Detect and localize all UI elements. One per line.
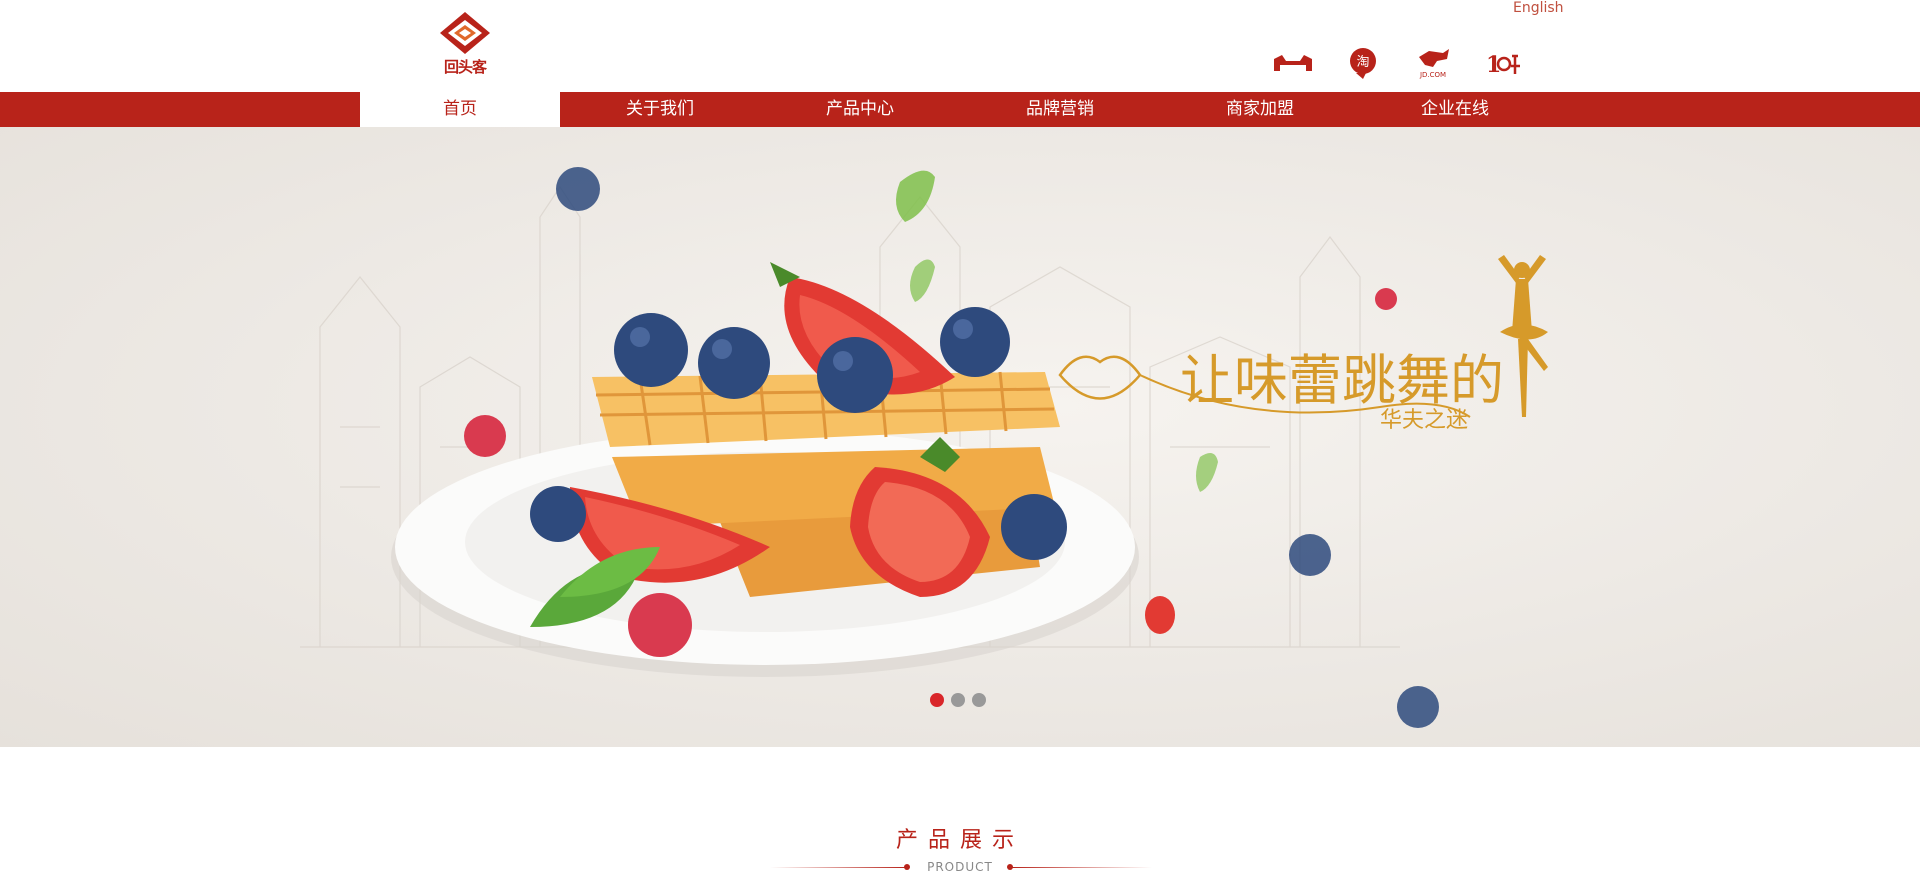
logo[interactable]: 回头客 — [436, 10, 494, 80]
tmall-icon[interactable] — [1272, 46, 1314, 80]
slogan-main: 让味蕾跳舞的 — [1180, 349, 1504, 412]
yhd-icon[interactable]: 1 — [1482, 46, 1524, 80]
slide-dot-2[interactable] — [951, 693, 965, 707]
slide-dot-3[interactable] — [972, 693, 986, 707]
slogan: 让味蕾跳舞的 华夫之迷 — [1058, 255, 1548, 433]
taobao-icon[interactable]: 淘 — [1342, 46, 1384, 80]
shop-icons: 淘 JD.COM 1 — [1272, 46, 1524, 80]
jd-label: JD.COM — [1419, 71, 1446, 79]
subtitle-line-right — [1012, 867, 1152, 868]
nav-item-online[interactable]: 企业在线 — [1360, 92, 1550, 127]
main-nav: 首页 关于我们 产品中心 品牌营销 商家加盟 企业在线 — [0, 92, 1920, 127]
nav-item-products[interactable]: 产品中心 — [760, 92, 960, 127]
ballerina-icon — [1498, 255, 1548, 417]
section-title: 产品展示 — [895, 828, 1024, 853]
section-subtitle: PRODUCT — [927, 860, 993, 874]
nav-item-brand[interactable]: 品牌营销 — [960, 92, 1160, 127]
slide-dot-1[interactable] — [930, 693, 944, 707]
logo-text: 回头客 — [443, 58, 487, 76]
logo-icon — [440, 12, 490, 54]
svg-text:淘: 淘 — [1356, 55, 1369, 70]
hero-banner[interactable]: 让味蕾跳舞的 华夫之迷 — [0, 127, 1920, 747]
nav-item-about[interactable]: 关于我们 — [560, 92, 760, 127]
slide-indicators — [930, 693, 986, 707]
slogan-sub: 华夫之迷 — [1380, 408, 1468, 433]
header: 回头客 English 淘 JD.COM 1 — [0, 0, 1920, 92]
jd-icon[interactable]: JD.COM — [1412, 46, 1454, 80]
nav-item-home[interactable]: 首页 — [360, 92, 560, 127]
nav-item-franchise[interactable]: 商家加盟 — [1160, 92, 1360, 127]
banner-artwork: 让味蕾跳舞的 华夫之迷 — [300, 167, 1548, 728]
english-link[interactable]: English — [1513, 0, 1564, 16]
